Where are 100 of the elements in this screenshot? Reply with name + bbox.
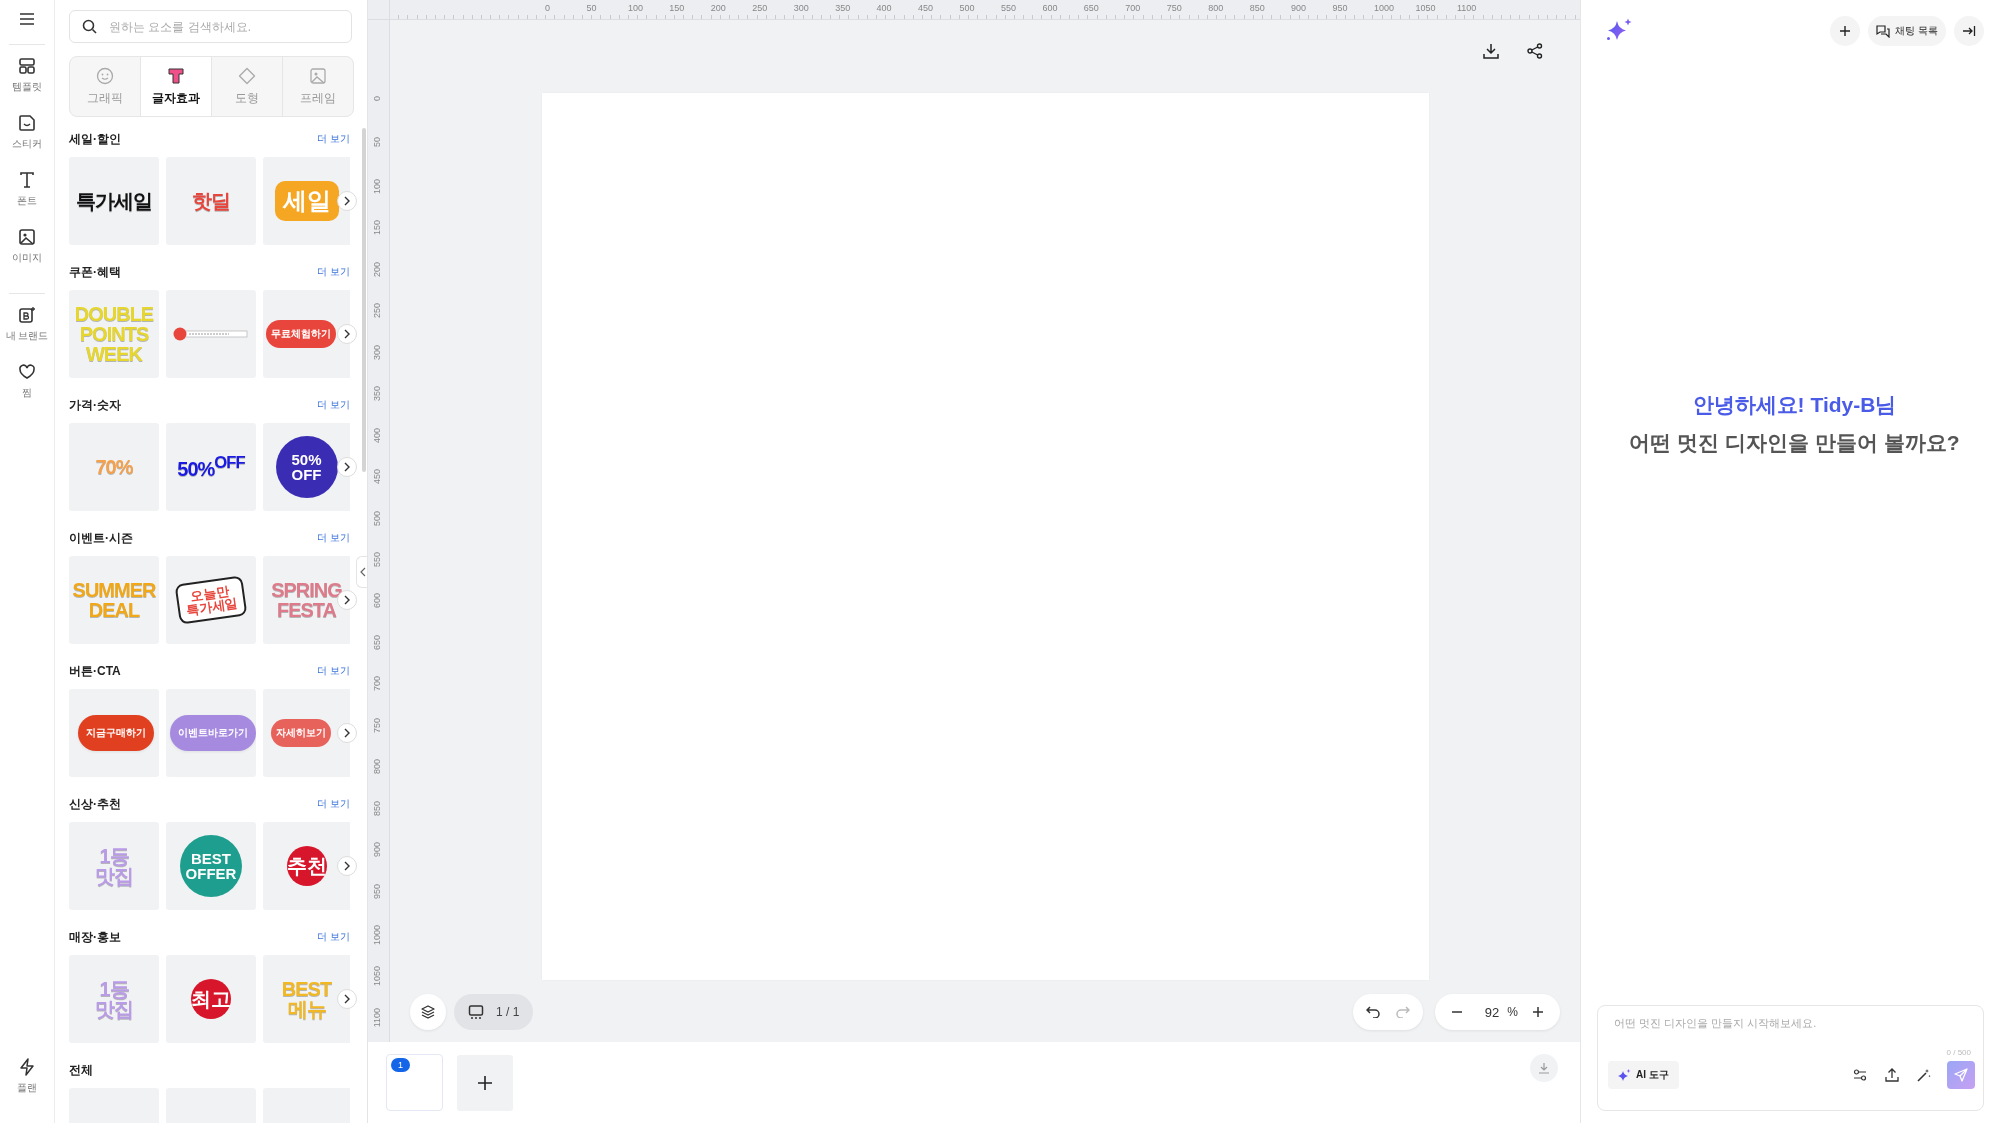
chevron-right-icon [343, 329, 351, 339]
chat-bubbles-icon [1876, 24, 1891, 38]
toggle-sliders-icon [1853, 1069, 1867, 1081]
ruler-label: 950 [372, 883, 382, 899]
sticker-text: DOUBLE POINTS WEEK [74, 304, 154, 364]
see-more-link[interactable]: 더 보기 [317, 132, 350, 146]
ruler-label: 1000 [1374, 3, 1395, 13]
sticker-thumbnail[interactable] [166, 290, 256, 378]
see-more-link[interactable]: 더 보기 [317, 265, 350, 279]
next-button[interactable] [337, 457, 357, 477]
sticker-thumbnail[interactable]: 오늘만 특가세일 [166, 556, 256, 644]
sticker: BEST OFFER [180, 835, 242, 897]
next-button[interactable] [337, 856, 357, 876]
sticker-thumbnail[interactable]: 추천 [263, 822, 350, 910]
sticker-thumbnail[interactable]: 지금구매하기 [69, 689, 159, 777]
section-title: 버튼·CTA [69, 662, 121, 680]
sticker-thumbnail[interactable]: 특가세일 [69, 157, 159, 245]
ruler-label: 300 [793, 3, 809, 13]
send-button[interactable] [1947, 1061, 1975, 1089]
page-counter-button[interactable]: 1 / 1 [454, 994, 534, 1030]
ruler-label: 100 [372, 178, 382, 194]
ruler-label: 850 [1249, 3, 1265, 13]
ruler-label: 300 [372, 344, 382, 360]
sticker-thumbnail[interactable]: 50%$^{OFF}$ [166, 423, 256, 511]
rail-item[interactable]: 내 브랜드 [1, 300, 53, 349]
sticker-thumbnail[interactable]: 최고 [166, 955, 256, 1043]
ruler-label: 1100 [372, 1007, 382, 1028]
layers-button[interactable] [410, 994, 446, 1030]
letter-t-icon [167, 66, 185, 85]
ruler-label: 600 [372, 593, 382, 609]
greeting: 안녕하세요! Tidy-B님 [1692, 391, 1897, 418]
section-title: 가격·숫자 [69, 396, 121, 414]
see-more-link[interactable]: 더 보기 [317, 930, 350, 944]
tab[interactable]: 도형 [212, 57, 283, 116]
ruler-label: 50 [372, 137, 382, 148]
sticker-icon [18, 114, 36, 132]
ruler-label: 50 [586, 3, 597, 13]
greeting-subtitle: 어떤 멋진 디자인을 만들어 볼까요? [1629, 429, 1960, 456]
search-field[interactable]: 원하는 요소를 검색하세요. [69, 10, 352, 43]
image-icon [18, 228, 36, 246]
tab[interactable]: 글자효과 [141, 57, 212, 116]
smiley-icon [96, 66, 114, 85]
new-chat-button[interactable] [1830, 16, 1861, 46]
rail-item[interactable]: 찜 [1, 357, 53, 406]
ruler-label: 700 [1125, 3, 1141, 13]
sticker: 이벤트바로가기 [170, 715, 256, 751]
next-button[interactable] [337, 324, 357, 344]
close-panel-button[interactable] [1954, 16, 1984, 46]
monitor-icon [468, 1005, 484, 1019]
next-button[interactable] [337, 723, 357, 743]
sticker-thumbnail[interactable]: 자세히보기 [263, 689, 350, 777]
sticker-thumbnail[interactable]: 무료체험하기 [263, 290, 350, 378]
zoom-value[interactable]: 92 [1484, 1004, 1500, 1020]
section-title: 매장·홍보 [69, 928, 121, 946]
see-more-link[interactable]: 더 보기 [317, 398, 350, 412]
sticker: 지금구매하기 [78, 715, 154, 751]
ruler-label: 500 [959, 3, 975, 13]
ai-tools-button[interactable]: AI 도구 [1608, 1061, 1679, 1089]
ruler-label: 250 [372, 303, 382, 319]
sticker-thumbnail[interactable]: 이벤트바로가기 [166, 689, 256, 777]
rail-item[interactable]: 이미지 [1, 222, 53, 271]
plus-icon [477, 1074, 493, 1091]
sticker-text: 1등 맛집 [95, 846, 133, 886]
collapse-button[interactable] [356, 556, 367, 588]
chat-list-button[interactable]: 채팅 목록 [1868, 16, 1946, 46]
next-button[interactable] [337, 191, 357, 211]
sticker-thumbnail[interactable]: SPRING FESTA [263, 556, 350, 644]
ruler-label: 900 [372, 842, 382, 858]
sticker-thumbnail[interactable]: BEST OFFER [166, 822, 256, 910]
ruler-label: 1050 [1415, 3, 1436, 13]
download-icon [1483, 43, 1499, 59]
rail-item[interactable]: 폰트 [1, 165, 53, 214]
sticker-text: BEST 메뉴 [281, 979, 332, 1019]
ruler-label: 0 [372, 96, 382, 101]
rail-item[interactable]: 스티커 [1, 108, 53, 157]
ruler-label: 1100 [1456, 3, 1477, 13]
next-button[interactable] [337, 989, 357, 1009]
chevron-right-icon [343, 994, 351, 1004]
ruler-label: 150 [372, 220, 382, 236]
sticker-text: 70% [95, 457, 133, 477]
plan-button[interactable]: 플랜 [1, 1052, 53, 1101]
sticker: 세일 [274, 181, 339, 221]
image-icon [309, 66, 327, 85]
page-thumbnail[interactable]: 1 [386, 1054, 443, 1111]
tab[interactable]: 프레임 [283, 57, 353, 116]
sticker: 최고 [191, 979, 231, 1019]
see-more-link[interactable]: 더 보기 [317, 797, 350, 811]
ruler-label: 550 [1000, 3, 1016, 13]
sticker-thumbnail[interactable]: 핫딜 [166, 157, 256, 245]
download-icon [1538, 1061, 1550, 1074]
rail-item[interactable]: 템플릿 [1, 51, 53, 100]
redo-icon [1395, 1006, 1410, 1018]
see-more-link[interactable]: 더 보기 [317, 531, 350, 545]
see-more-link[interactable]: 더 보기 [317, 664, 350, 678]
sticker: 무료체험하기 [265, 320, 336, 348]
ruler-label: 650 [1083, 3, 1099, 13]
ruler-label: 200 [372, 261, 382, 277]
ruler-label: 650 [372, 634, 382, 650]
sticker-thumbnail[interactable]: 50% OFF [263, 423, 350, 511]
sticker-text: 1등 맛집 [95, 979, 133, 1019]
